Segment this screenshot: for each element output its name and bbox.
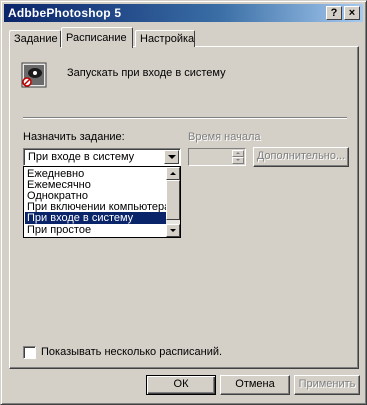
schedule-type-dropdown-list: Ежедневно Ежемесячно Однократно При вклю… (23, 166, 181, 238)
dialog-window: AdbbePhotoshop 5 ? × Задание Расписание … (0, 0, 367, 405)
help-button[interactable]: ? (326, 6, 342, 20)
window-title: AdbbePhotoshop 5 (8, 6, 122, 20)
chevron-down-icon (168, 155, 176, 159)
dropdown-option[interactable]: При простое (25, 224, 166, 236)
combobox-value: При входе в систему (28, 151, 135, 163)
dropdown-option-selected[interactable]: При входе в систему (25, 212, 166, 224)
apply-button[interactable]: Применить (294, 375, 360, 395)
start-time-label: Время начала (188, 131, 261, 143)
close-button[interactable]: × (344, 6, 360, 20)
scroll-thumb[interactable] (166, 180, 180, 220)
tab-settings[interactable]: Настройка (135, 30, 195, 47)
scroll-down-button[interactable] (166, 224, 180, 237)
schedule-type-combobox[interactable]: При входе в систему (23, 148, 181, 166)
assign-task-label: Назначить задание: (23, 131, 125, 143)
schedule-headline: Запускать при входе в систему (67, 67, 226, 79)
tab-strip: Задание Расписание Настройка (9, 27, 359, 48)
time-spin-up-button[interactable] (232, 150, 244, 157)
cancel-button[interactable]: Отмена (220, 375, 290, 395)
multiple-schedules-label[interactable]: Показывать несколько расписаний. (41, 346, 222, 358)
multiple-schedules-checkbox[interactable] (23, 346, 36, 359)
tab-schedule[interactable]: Расписание (61, 27, 133, 48)
scroll-up-button[interactable] (166, 167, 180, 180)
spin-up-icon (236, 152, 240, 154)
time-spin-down-button[interactable] (232, 157, 244, 164)
dropdown-scrollbar[interactable] (166, 167, 180, 237)
arrow-up-icon (170, 172, 176, 175)
combobox-dropdown-button[interactable] (164, 150, 179, 164)
separator-line (23, 117, 347, 119)
start-time-field[interactable] (188, 148, 246, 166)
advanced-button[interactable]: Дополнительно... (253, 147, 349, 167)
ok-button[interactable]: ОК (146, 375, 216, 395)
arrow-down-icon (170, 229, 176, 232)
spin-down-icon (236, 159, 240, 161)
tab-task[interactable]: Задание (9, 30, 61, 47)
task-app-icon (21, 62, 47, 88)
title-bar[interactable]: AdbbePhotoshop 5 ? × (4, 4, 363, 22)
